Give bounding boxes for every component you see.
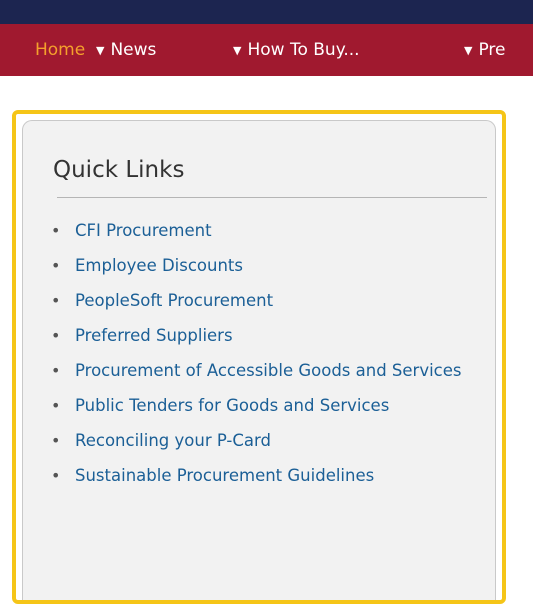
bullet-icon: • [51, 431, 61, 450]
nav-item-news[interactable]: ▼ News [96, 24, 156, 76]
bullet-icon: • [51, 326, 61, 345]
link-cfi-procurement[interactable]: CFI Procurement [75, 221, 212, 240]
link-procurement-accessible-goods[interactable]: Procurement of Accessible Goods and Serv… [75, 361, 462, 380]
link-employee-discounts[interactable]: Employee Discounts [75, 256, 243, 275]
link-sustainable-procurement[interactable]: Sustainable Procurement Guidelines [75, 466, 374, 485]
title-divider [57, 197, 487, 198]
bullet-icon: • [51, 256, 61, 275]
list-item: • Employee Discounts [51, 254, 491, 278]
list-item: • Sustainable Procurement Guidelines [51, 464, 491, 488]
main-navigation: Home ▼ News ▼ How To Buy... ▼ Pre [0, 24, 533, 76]
quick-links-list: • CFI Procurement • Employee Discounts • Pe… [51, 219, 491, 499]
top-banner-bar [0, 0, 533, 24]
bullet-icon: • [51, 361, 61, 380]
nav-item-home[interactable]: Home [35, 24, 85, 76]
bullet-icon: • [51, 221, 61, 240]
link-preferred-suppliers[interactable]: Preferred Suppliers [75, 326, 233, 345]
list-item: • CFI Procurement [51, 219, 491, 243]
caret-down-icon: ▼ [233, 44, 242, 57]
list-item: • Public Tenders for Goods and Services [51, 394, 491, 418]
bullet-icon: • [51, 396, 61, 415]
bullet-icon: • [51, 466, 61, 485]
nav-item-preferred-label: Pre [478, 40, 506, 60]
nav-item-how-to-buy[interactable]: ▼ How To Buy... [233, 24, 360, 76]
quick-links-panel: Quick Links • CFI Procurement • Employee D… [12, 110, 506, 604]
nav-item-news-label: News [110, 40, 157, 60]
list-item: • Preferred Suppliers [51, 324, 491, 348]
caret-down-icon: ▼ [464, 44, 473, 57]
list-item: • Reconciling your P-Card [51, 429, 491, 453]
quick-links-panel-body: Quick Links • CFI Procurement • Employee D… [22, 120, 496, 600]
nav-item-how-to-buy-label: How To Buy... [247, 40, 360, 60]
nav-item-preferred[interactable]: ▼ Pre [464, 24, 506, 76]
nav-item-home-label: Home [35, 40, 86, 60]
list-item: • PeopleSoft Procurement [51, 289, 491, 313]
link-peoplesoft-procurement[interactable]: PeopleSoft Procurement [75, 291, 273, 310]
caret-down-icon: ▼ [96, 44, 105, 57]
link-reconciling-p-card[interactable]: Reconciling your P-Card [75, 431, 271, 450]
bullet-icon: • [51, 291, 61, 310]
link-public-tenders[interactable]: Public Tenders for Goods and Services [75, 396, 389, 415]
list-item: • Procurement of Accessible Goods and Ser… [51, 359, 491, 383]
quick-links-title: Quick Links [53, 157, 185, 183]
